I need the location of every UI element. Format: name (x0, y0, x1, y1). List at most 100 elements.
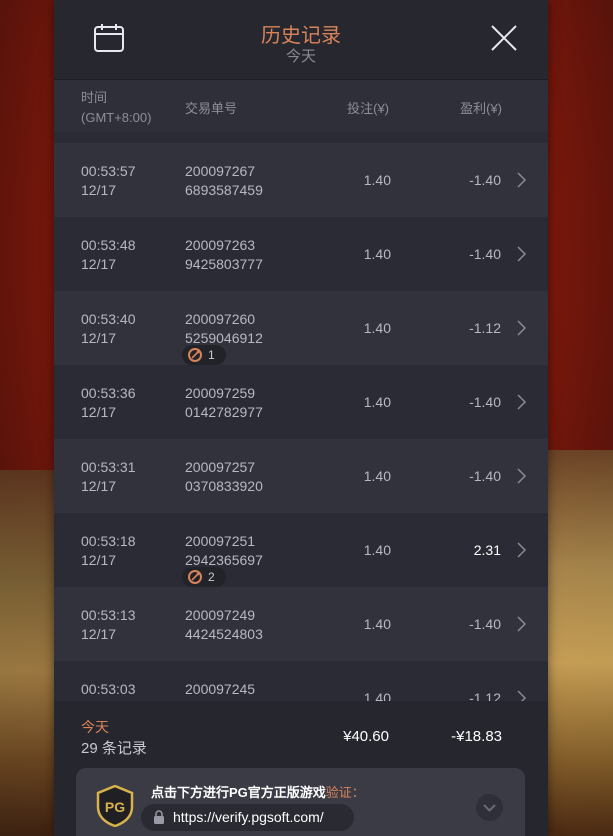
chevron-right-icon[interactable] (515, 170, 527, 190)
chevron-right-icon[interactable] (515, 318, 527, 338)
row-order-part1: 200097257 (185, 459, 256, 475)
table-row[interactable]: 00:53:31 12/17 200097257 0370833920 1.40 -1.4… (54, 439, 548, 513)
table-row[interactable]: 00:53:40 12/17 200097260 5259046912 1 1.40 -1.… (54, 291, 548, 365)
row-order-part1: 200097263 (185, 237, 256, 253)
row-time-value: 00:53:31 (81, 459, 136, 475)
table-row[interactable]: 00:53:0312/17 2000972451428765696 1.40 -1.1… (54, 661, 548, 701)
row-time: 00:53:31 12/17 (81, 458, 136, 496)
column-order: 交易单号 (185, 101, 238, 116)
row-date-value: 12/17 (81, 256, 117, 272)
row-order-part2: 0142782977 (185, 404, 263, 420)
row-time: 00:53:13 12/17 (81, 606, 136, 644)
row-date-value: 12/17 (81, 478, 117, 494)
row-bet: 1.40 (363, 468, 391, 484)
row-profit: -1.40 (469, 616, 501, 632)
row-time-value: 00:53:36 (81, 385, 136, 401)
table-row[interactable]: 00:53:36 12/17 200097259 0142782977 1.40 -1.4… (54, 365, 548, 439)
chevron-right-icon[interactable] (515, 614, 527, 634)
row-bet: 1.40 (363, 690, 391, 701)
row-date-value: 12/17 (81, 330, 117, 346)
row-order: 200097249 4424524803 (185, 606, 263, 644)
free-spin-icon (188, 570, 202, 584)
row-order-part2: 0370833920 (185, 478, 263, 494)
background-art-left (0, 470, 60, 836)
page-subtitle: 今天 (285, 48, 316, 65)
pg-logo-text: PG (105, 799, 125, 815)
row-time-value: 00:53:13 (81, 607, 136, 623)
chevron-right-icon[interactable] (515, 392, 527, 412)
pg-logo-icon: PG (96, 785, 134, 827)
column-bet: 投注(¥) (347, 101, 389, 116)
row-order-part1: 200097249 (185, 607, 256, 623)
chevron-down-icon[interactable] (476, 794, 503, 821)
row-order-part1: 200097251 (185, 533, 256, 549)
row-profit: -1.40 (469, 394, 501, 410)
summary-footer: 今天 29 条记录 ¥40.60 -¥18.83 PG 点击下方进行PG官方正版… (54, 701, 548, 836)
row-bet: 1.40 (363, 542, 391, 558)
row-date-value: 12/17 (81, 552, 117, 568)
free-spin-badge: 2 (182, 567, 226, 587)
free-spin-badge: 1 (182, 345, 226, 365)
verify-url: https://verify.pgsoft.com/ (173, 809, 324, 825)
row-order-part2: 6893587459 (185, 182, 263, 198)
column-header: 时间 (GMT+8:00) 交易单号 投注(¥) 盈利(¥) (54, 80, 548, 132)
row-date-value: 12/17 (81, 626, 117, 642)
row-order: 200097251 2942365697 (185, 532, 263, 570)
row-bet: 1.40 (363, 246, 391, 262)
close-icon[interactable] (488, 22, 520, 54)
row-profit: -1.40 (469, 246, 501, 262)
column-timezone-label: (GMT+8:00) (81, 110, 152, 125)
row-time: 00:53:18 12/17 (81, 532, 136, 570)
chevron-right-icon[interactable] (515, 244, 527, 264)
page-title: 历史记录 (261, 25, 341, 47)
row-time-value: 00:53:18 (81, 533, 136, 549)
summary-label: 今天 (81, 719, 109, 735)
chevron-right-icon[interactable] (515, 540, 527, 560)
background-art-right (543, 450, 613, 836)
row-time-value: 00:53:40 (81, 311, 136, 327)
history-panel: 历史记录 今天 时间 (GMT+8:00) 交易单号 投注(¥) 盈利(¥) 0… (54, 0, 548, 836)
table-row[interactable]: 00:53:13 12/17 200097249 4424524803 1.40 -1.4… (54, 587, 548, 661)
row-time: 00:53:40 12/17 (81, 310, 136, 348)
row-time-value: 00:53:03 (81, 681, 136, 697)
row-profit: -1.12 (469, 320, 501, 336)
table-row[interactable]: 00:53:48 12/17 200097263 9425803777 1.40 -1.4… (54, 217, 548, 291)
row-order-part1: 200097260 (185, 311, 256, 327)
verify-url-link[interactable]: https://verify.pgsoft.com/ (141, 804, 354, 831)
record-count: 29 条记录 (81, 740, 147, 757)
chevron-right-icon[interactable] (515, 688, 527, 701)
row-bet: 1.40 (363, 616, 391, 632)
row-order-part1: 200097259 (185, 385, 256, 401)
row-profit: -1.12 (469, 690, 501, 701)
row-order: 200097260 5259046912 (185, 310, 263, 348)
row-time: 00:53:57 12/17 (81, 162, 136, 200)
verify-text: 点击下方进行PG官方正版游戏验证： (151, 782, 365, 801)
verify-text-accent: 验证： (325, 785, 365, 800)
verify-text-main: 点击下方进行PG官方正版游戏 (151, 785, 326, 800)
row-time: 00:53:48 12/17 (81, 236, 136, 274)
column-time: 时间 (GMT+8:00) (81, 88, 151, 128)
row-order: 200097263 9425803777 (185, 236, 263, 274)
total-profit: -¥18.83 (451, 728, 502, 745)
row-time: 00:53:36 12/17 (81, 384, 136, 422)
row-order: 200097257 0370833920 (185, 458, 263, 496)
row-time-value: 00:53:57 (81, 163, 136, 179)
free-spin-icon (188, 348, 202, 362)
history-list[interactable]: 00:53:57 12/17 200097267 6893587459 1.40 -1.4… (54, 133, 548, 701)
row-profit: -1.40 (469, 172, 501, 188)
row-date-value: 12/17 (81, 404, 117, 420)
row-date-value: 12/17 (81, 182, 117, 198)
row-order: 2000972451428765696 (185, 680, 263, 701)
free-spin-count: 1 (208, 348, 215, 362)
row-order: 200097259 0142782977 (185, 384, 263, 422)
row-profit: -1.40 (469, 468, 501, 484)
row-bet: 1.40 (363, 394, 391, 410)
total-bet: ¥40.60 (343, 728, 389, 745)
row-order: 200097267 6893587459 (185, 162, 263, 200)
free-spin-count: 2 (208, 570, 215, 584)
table-row[interactable]: 00:53:18 12/17 200097251 2942365697 2 1.40 2.3… (54, 513, 548, 587)
chevron-right-icon[interactable] (515, 466, 527, 486)
table-row[interactable]: 00:53:57 12/17 200097267 6893587459 1.40 -1.4… (54, 143, 548, 217)
column-time-label: 时间 (81, 90, 108, 105)
verify-banner[interactable]: PG 点击下方进行PG官方正版游戏验证： https://verify.pgso… (76, 768, 525, 836)
